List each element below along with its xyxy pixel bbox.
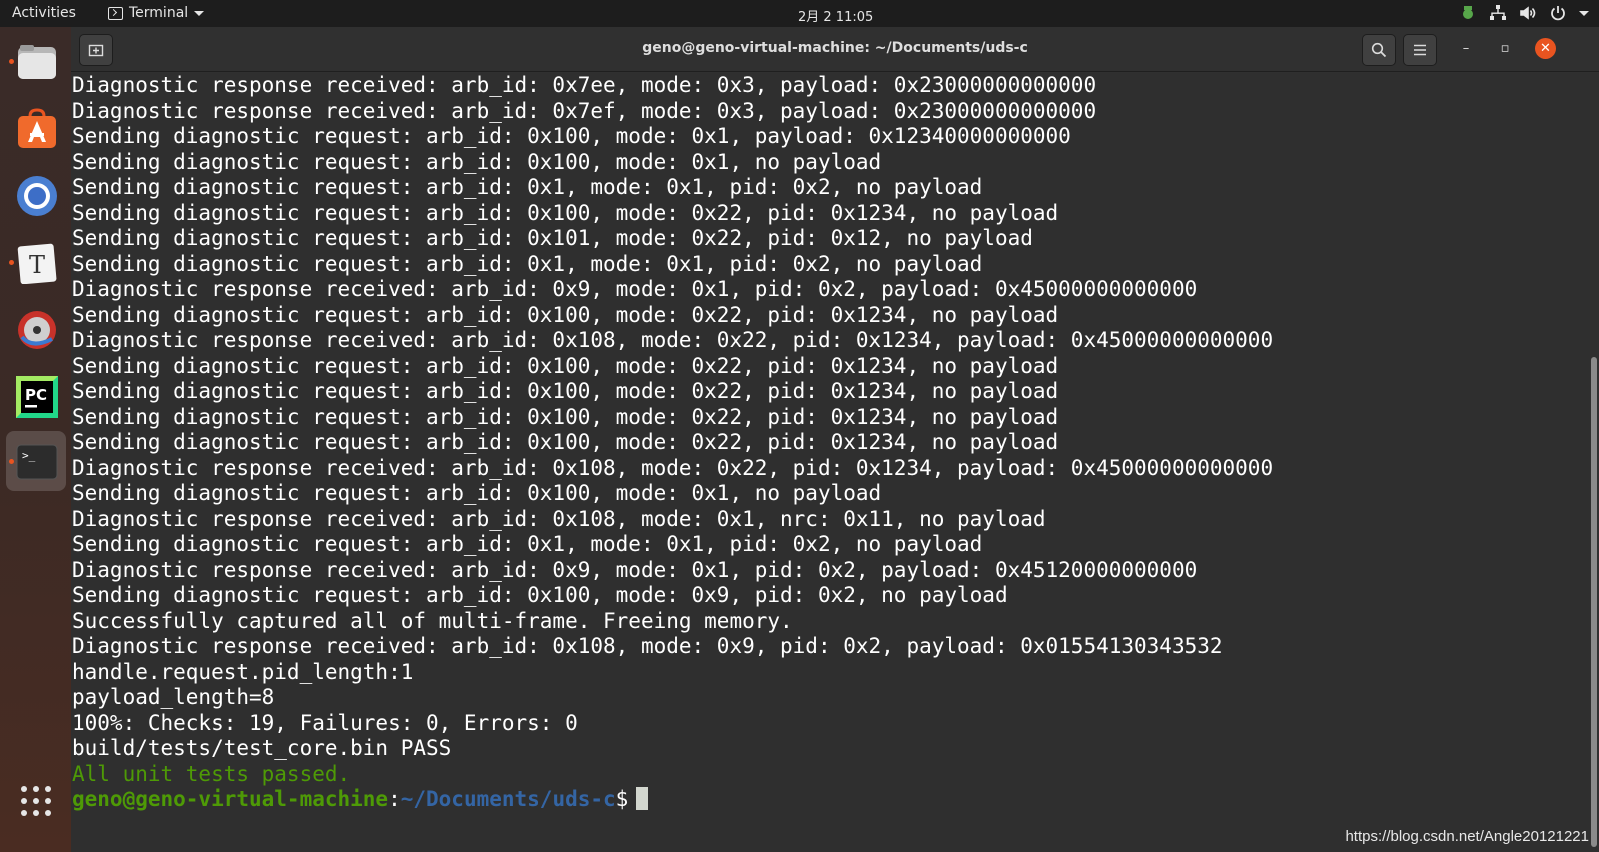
maximize-button[interactable]: ▫ bbox=[1497, 41, 1513, 57]
svg-text:>_: >_ bbox=[22, 449, 36, 462]
running-indicator bbox=[9, 59, 14, 64]
terminal-line: Sending diagnostic request: arb_id: 0x1,… bbox=[72, 532, 983, 556]
terminal-window: geno@geno-virtual-machine: ~/Documents/u… bbox=[71, 27, 1599, 852]
chevron-down-icon[interactable] bbox=[1579, 4, 1589, 22]
typora-icon: T bbox=[16, 242, 58, 285]
terminal-icon bbox=[108, 6, 123, 20]
terminal-line: Sending diagnostic request: arb_id: 0x10… bbox=[72, 404, 1059, 429]
text-cursor bbox=[636, 787, 649, 810]
terminal-line: Sending diagnostic request: arb_id: 0x10… bbox=[72, 379, 1059, 403]
terminal-line: Diagnostic response received: arb_id: 0x… bbox=[72, 328, 1274, 352]
minimize-button[interactable]: – bbox=[1458, 41, 1474, 57]
terminal-line: Diagnostic response received: arb_id: 0x… bbox=[72, 277, 1198, 301]
search-button[interactable] bbox=[1362, 34, 1396, 66]
terminal-line: 100%: Checks: 19, Failures: 0, Errors: 0 bbox=[72, 710, 578, 735]
dock-item-typora[interactable]: T bbox=[6, 232, 66, 292]
terminal-line: Sending diagnostic request: arb_id: 0x10… bbox=[72, 124, 1071, 148]
dock-item-chromium[interactable] bbox=[6, 165, 66, 225]
activities-button[interactable]: Activities bbox=[12, 5, 76, 21]
menu-button[interactable] bbox=[1403, 34, 1437, 66]
terminal-line: Sending diagnostic request: arb_id: 0x1,… bbox=[72, 175, 983, 199]
prompt-symbol: $ bbox=[615, 787, 629, 811]
watermark: https://blog.csdn.net/Angle20121221 bbox=[1345, 828, 1589, 845]
disc-burner-icon bbox=[16, 309, 58, 351]
search-icon bbox=[1371, 42, 1387, 58]
scrollbar[interactable] bbox=[1591, 357, 1597, 847]
volume-icon[interactable] bbox=[1519, 4, 1537, 22]
header-bar: geno@geno-virtual-machine: ~/Documents/u… bbox=[71, 27, 1599, 72]
running-indicator bbox=[9, 260, 14, 265]
terminal-line: build/tests/test_core.bin PASS bbox=[72, 736, 452, 760]
prompt-separator: : bbox=[388, 787, 401, 811]
top-bar: Activities Terminal 2月 2 11:05 bbox=[0, 0, 1599, 27]
terminal-line: Diagnostic response received: arb_id: 0x… bbox=[72, 73, 1097, 97]
power-icon[interactable] bbox=[1549, 4, 1567, 22]
app-menu[interactable]: Terminal bbox=[108, 5, 205, 21]
files-icon bbox=[16, 41, 58, 83]
terminal-line: Diagnostic response received: arb_id: 0x… bbox=[72, 557, 1198, 582]
terminal-line: handle.request.pid_length:1 bbox=[72, 659, 414, 684]
terminal-line: Sending diagnostic request: arb_id: 0x10… bbox=[72, 353, 1059, 378]
running-indicator bbox=[9, 459, 14, 464]
terminal-line: Sending diagnostic request: arb_id: 0x10… bbox=[72, 302, 1059, 327]
show-applications-icon[interactable] bbox=[20, 785, 52, 817]
terminal-line: Diagnostic response received: arb_id: 0x… bbox=[72, 98, 1097, 123]
terminal-icon: >_ bbox=[16, 441, 58, 483]
terminal-line: Sending diagnostic request: arb_id: 0x10… bbox=[72, 583, 1008, 607]
terminal-output: Diagnostic response received: arb_id: 0x… bbox=[72, 73, 1552, 813]
hamburger-icon bbox=[1414, 44, 1426, 56]
dock-item-software[interactable] bbox=[6, 98, 66, 158]
terminal-line: Sending diagnostic request: arb_id: 0x10… bbox=[72, 430, 1059, 454]
pycharm-icon: PC bbox=[16, 376, 58, 418]
dock-item-terminal[interactable]: >_ bbox=[6, 431, 66, 491]
network-icon[interactable] bbox=[1489, 4, 1507, 22]
svg-text:T: T bbox=[29, 251, 45, 279]
chromium-icon bbox=[16, 175, 58, 217]
terminal-line: Diagnostic response received: arb_id: 0x… bbox=[72, 634, 1223, 658]
prompt-path: ~/Documents/uds-c bbox=[400, 787, 616, 811]
shell-prompt[interactable]: geno@geno-virtual-machine:~/Documents/ud… bbox=[72, 787, 1552, 813]
terminal-line: Sending diagnostic request: arb_id: 0x10… bbox=[72, 226, 1033, 250]
terminal-line: Sending diagnostic request: arb_id: 0x1,… bbox=[72, 251, 983, 276]
terminal-line: Sending diagnostic request: arb_id: 0x10… bbox=[72, 481, 882, 505]
svg-text:PC: PC bbox=[25, 386, 47, 404]
dock-item-files[interactable] bbox=[6, 31, 66, 91]
terminal-line: Sending diagnostic request: arb_id: 0x10… bbox=[72, 149, 882, 174]
prompt-user: geno@geno-virtual-machine bbox=[72, 787, 389, 811]
close-button[interactable]: ✕ bbox=[1535, 38, 1556, 59]
dock: T PC >_ bbox=[0, 27, 71, 852]
terminal-output-area[interactable]: Diagnostic response received: arb_id: 0x… bbox=[71, 73, 1599, 852]
terminal-line: Diagnostic response received: arb_id: 0x… bbox=[72, 506, 1046, 531]
terminal-line: Successfully captured all of multi-frame… bbox=[72, 608, 793, 633]
system-tray[interactable] bbox=[1459, 4, 1589, 22]
update-icon[interactable] bbox=[1459, 4, 1477, 22]
clock[interactable]: 2月 2 11:05 bbox=[798, 6, 873, 25]
terminal-line: Diagnostic response received: arb_id: 0x… bbox=[72, 455, 1274, 480]
dock-item-pycharm[interactable]: PC bbox=[6, 366, 66, 426]
terminal-line: Sending diagnostic request: arb_id: 0x10… bbox=[72, 200, 1059, 225]
chevron-down-icon bbox=[194, 10, 205, 16]
terminal-success-line: All unit tests passed. bbox=[72, 761, 351, 786]
app-menu-label: Terminal bbox=[129, 5, 189, 21]
software-center-icon bbox=[16, 108, 58, 150]
terminal-line: payload_length=8 bbox=[72, 685, 275, 709]
dock-item-media[interactable] bbox=[6, 299, 66, 359]
